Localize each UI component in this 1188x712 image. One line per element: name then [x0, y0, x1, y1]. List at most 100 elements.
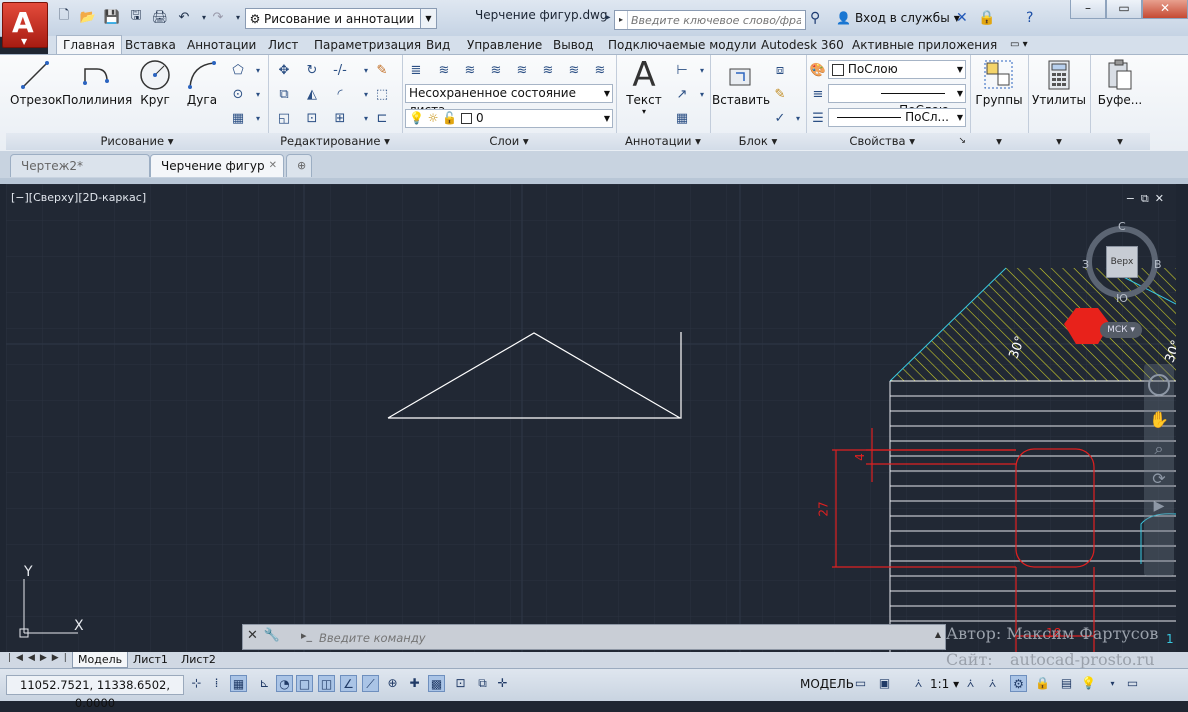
erase-icon[interactable]: ✎ [372, 60, 392, 80]
zoom-icon[interactable]: ⌕ [1144, 439, 1174, 459]
steering-wheel-icon[interactable] [1148, 374, 1170, 396]
ortho-mode-icon[interactable]: ⊾ [256, 675, 273, 692]
linetype-dropdown[interactable]: ПоСл... ▼ [828, 108, 966, 127]
utilities-button[interactable]: Утилиты [1032, 57, 1086, 107]
transparency-icon[interactable]: ▩ [428, 675, 445, 692]
color-dropdown[interactable]: ПоСлою ▼ [828, 60, 966, 79]
tab-annotate[interactable]: Аннотации [187, 36, 256, 54]
close-window-button[interactable]: ✕ [1142, 0, 1188, 19]
draw-panel-title[interactable]: Рисование ▾ [6, 133, 268, 150]
hatch-icon[interactable]: ▦ [228, 108, 248, 128]
leader-icon[interactable]: ↗ [672, 84, 692, 104]
tab-featured-apps[interactable]: Активные приложения [852, 36, 997, 54]
isolate-objects-icon[interactable]: 💡 [1080, 675, 1097, 692]
viewcube-top-face[interactable]: Верх [1106, 246, 1138, 278]
chevron-down-icon[interactable]: ▼ [420, 9, 436, 28]
infer-constraints-icon[interactable]: ⊹ [188, 675, 205, 692]
offset-icon[interactable]: ⊏ [372, 108, 392, 128]
polyline-button[interactable]: Полилиния [62, 57, 132, 107]
layer-stack-icon[interactable]: ≋ [434, 60, 454, 80]
chevron-down-icon[interactable]: ▾ [788, 108, 808, 128]
explode-icon[interactable]: ⬚ [372, 84, 392, 104]
viewcube-east[interactable]: В [1154, 258, 1162, 271]
edit-block-icon[interactable]: ✎ [770, 84, 790, 104]
annotation-scale-value[interactable]: 1:1 ▾ [930, 677, 959, 691]
selection-cycling-icon[interactable]: ⧉ [474, 675, 491, 692]
text-button[interactable]: A Текст ▾ [622, 55, 666, 116]
scale-icon[interactable]: ⊡ [302, 108, 322, 128]
polygon-icon[interactable]: ⬠ [228, 60, 248, 80]
clipboard-button[interactable]: Буфе... [1094, 57, 1146, 107]
chevron-down-icon[interactable]: ▾ [1028, 133, 1090, 150]
new-file-icon[interactable]: 🗋 [56, 8, 72, 25]
tab-manage[interactable]: Управление [467, 36, 542, 54]
tab-plugins[interactable]: Подключаемые модули [608, 36, 757, 54]
ellipse-icon[interactable]: ⊙ [228, 84, 248, 104]
layout-tab-sheet2[interactable]: Лист2 [176, 652, 221, 667]
open-file-icon[interactable]: 📂 [80, 9, 96, 25]
insert-block-button[interactable]: Вставить [712, 57, 770, 107]
wrench-icon[interactable]: 🔧 [264, 628, 286, 643]
orbit-icon[interactable]: ⟳ [1144, 469, 1174, 488]
viewcube-south[interactable]: Ю [1116, 292, 1128, 305]
layers-panel-title[interactable]: Слои ▾ [402, 133, 616, 150]
viewport-restore-icon[interactable]: ⧉ [1141, 192, 1155, 205]
copy-icon[interactable]: ⧉ [274, 84, 294, 104]
tab-output[interactable]: Вывод [553, 36, 593, 54]
attribute-icon[interactable]: ✓ [770, 108, 790, 128]
polar-tracking-icon[interactable]: ◔ [276, 675, 293, 692]
annotation-scale-icon[interactable]: ⩑ [910, 675, 927, 692]
maximize-button[interactable]: ▭ [1106, 0, 1142, 19]
stay-connected-icon[interactable]: 🔒 [978, 10, 995, 26]
layer-previous-icon[interactable]: ≋ [512, 60, 532, 80]
dynamic-input-icon[interactable]: ⊕ [384, 675, 401, 692]
layer-freeze-icon[interactable]: ≋ [590, 60, 610, 80]
viewcube-north[interactable]: С [1118, 220, 1126, 233]
block-panel-title[interactable]: Блок ▾ [710, 133, 806, 150]
tab-view[interactable]: Вид [426, 36, 450, 54]
linear-dimension-icon[interactable]: ⊢ [672, 60, 692, 80]
chevron-down-icon[interactable]: ▾ [692, 84, 712, 104]
viewcube-west[interactable]: З [1082, 258, 1089, 271]
drawing-canvas[interactable]: 30° 30° 4 27 18 1 [−][Сверху][2D-каркас]… [6, 184, 1176, 652]
object-snap-icon[interactable]: □ [296, 675, 313, 692]
command-input[interactable] [317, 629, 921, 647]
lineweight-toggle-icon[interactable]: ✚ [406, 675, 423, 692]
current-layer-dropdown[interactable]: 💡 ☼ 🔓 0 ▼ [405, 109, 613, 128]
workspace-switching-icon[interactable]: ⚙ [1010, 675, 1027, 692]
annotation-visibility-icon[interactable]: ⩑ [962, 675, 979, 692]
layer-unisolate-icon[interactable]: ≋ [564, 60, 584, 80]
binoculars-icon[interactable]: ⚲ [810, 10, 820, 26]
exchange-apps-icon[interactable]: ✕ [956, 10, 968, 26]
3d-object-snap-icon[interactable]: ◫ [318, 675, 335, 692]
close-icon[interactable]: ✕ [247, 628, 264, 643]
minimize-button[interactable]: – [1070, 0, 1106, 19]
tab-home[interactable]: Главная [56, 35, 122, 55]
grid-display-icon[interactable]: ▦ [230, 675, 247, 692]
table-icon[interactable]: ▦ [672, 108, 692, 128]
layer-match-icon[interactable]: ≋ [486, 60, 506, 80]
groups-button[interactable]: Группы [974, 57, 1024, 107]
dialog-launcher-icon[interactable]: ↘ [958, 133, 966, 150]
search-dropdown-icon[interactable]: ▸ [615, 11, 628, 29]
hardware-acceleration-icon[interactable]: ▤ [1058, 675, 1075, 692]
prompt-icon[interactable]: ▸_ [301, 629, 312, 642]
array-icon[interactable]: ⊞ [330, 108, 350, 128]
move-icon[interactable]: ✥ [274, 60, 294, 80]
pan-icon[interactable]: ✋ [1144, 410, 1174, 429]
lock-ui-icon[interactable]: 🔒 [1034, 675, 1051, 692]
layer-isolate-icon[interactable]: ≋ [538, 60, 558, 80]
chevron-down-icon[interactable]: ▾ [248, 108, 268, 128]
ribbon-minimize-icon[interactable]: ▭ ▾ [1010, 36, 1028, 54]
auto-scale-icon[interactable]: ⩑ [984, 675, 1001, 692]
modify-panel-title[interactable]: Редактирование ▾ [268, 133, 402, 150]
create-block-icon[interactable]: ⧈ [770, 60, 790, 80]
chevron-down-icon[interactable]: ▾ [248, 60, 268, 80]
coordinates-display[interactable]: 11052.7521, 11338.6502, 0.0000 [6, 675, 184, 710]
layer-make-current-icon[interactable]: ≋ [460, 60, 480, 80]
tab-layout[interactable]: Лист [268, 36, 298, 54]
object-snap-tracking-icon[interactable]: ∠ [340, 675, 357, 692]
mirror-icon[interactable]: ◭ [302, 84, 322, 104]
layer-state-dropdown[interactable]: Несохраненное состояние листа▼ [405, 84, 613, 117]
annotation-panel-title[interactable]: Аннотации ▾ [616, 133, 710, 150]
